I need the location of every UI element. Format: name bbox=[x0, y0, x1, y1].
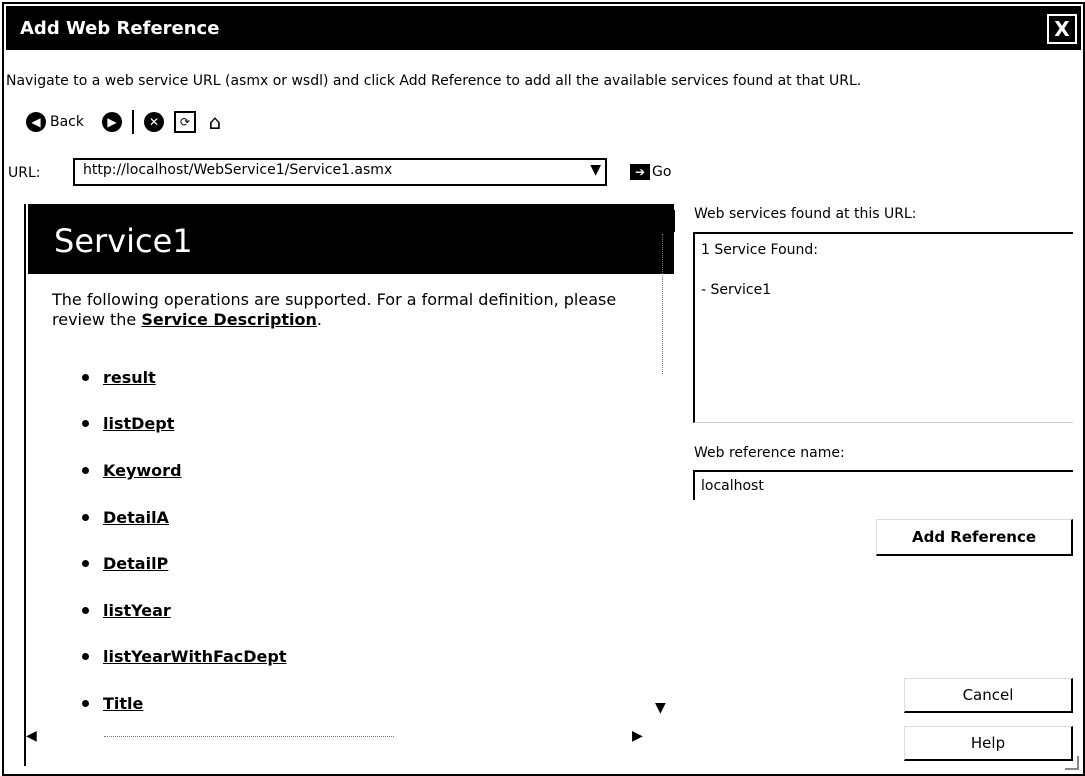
reference-name-input[interactable]: localhost bbox=[693, 470, 1073, 500]
list-item: Title bbox=[82, 680, 286, 727]
operation-link[interactable]: listDept bbox=[103, 414, 174, 433]
intro-paragraph: The following operations are supported. … bbox=[52, 290, 652, 330]
refresh-icon[interactable]: ⟳ bbox=[174, 111, 196, 133]
operations-list: result listDept Keyword DetailA DetailP … bbox=[82, 354, 286, 727]
stop-icon[interactable]: ✕ bbox=[144, 112, 164, 132]
url-combobox[interactable]: http://localhost/WebService1/Service1.as… bbox=[73, 158, 607, 186]
list-item: listDept bbox=[82, 401, 286, 448]
chevron-down-icon[interactable]: ▼ bbox=[655, 700, 666, 716]
operation-link[interactable]: listYear bbox=[103, 601, 171, 620]
url-label: URL: bbox=[8, 165, 41, 181]
back-icon: ◀ bbox=[26, 112, 46, 132]
go-button[interactable]: ➔ Go bbox=[630, 164, 671, 180]
title-bar: Add Web Reference X bbox=[6, 6, 1081, 50]
vertical-scrollbar[interactable]: ▲ ▼ bbox=[653, 204, 675, 732]
bullet-icon bbox=[82, 699, 89, 707]
resize-grip-icon[interactable] bbox=[1065, 756, 1079, 770]
operation-link[interactable]: Title bbox=[103, 694, 143, 713]
go-label: Go bbox=[652, 164, 672, 180]
bullet-icon bbox=[82, 513, 89, 521]
operation-link[interactable]: result bbox=[103, 368, 156, 387]
service-item[interactable]: - Service1 bbox=[701, 282, 771, 298]
add-reference-button[interactable]: Add Reference bbox=[876, 519, 1073, 556]
services-count: 1 Service Found: bbox=[701, 242, 819, 258]
horizontal-scrollbar[interactable]: ◀ ▶ bbox=[24, 728, 679, 748]
url-value[interactable]: http://localhost/WebService1/Service1.as… bbox=[83, 162, 392, 178]
service-title: Service1 bbox=[54, 222, 193, 260]
browser-pane: Service1 The following operations are su… bbox=[24, 204, 681, 766]
back-label: Back bbox=[50, 114, 84, 130]
bullet-icon bbox=[82, 466, 89, 474]
list-item: DetailP bbox=[82, 540, 286, 587]
toolbar-separator bbox=[132, 110, 134, 134]
cancel-button[interactable]: Cancel bbox=[904, 678, 1073, 713]
list-item: listYearWithFacDept bbox=[82, 634, 286, 681]
bullet-icon bbox=[82, 560, 89, 568]
scroll-track[interactable] bbox=[662, 234, 663, 374]
list-item: DetailA bbox=[82, 494, 286, 541]
bullet-icon bbox=[82, 373, 89, 381]
window-title: Add Web Reference bbox=[20, 18, 220, 39]
forward-icon[interactable]: ▶ bbox=[102, 112, 122, 132]
navigation-toolbar: ◀ Back ▶ ✕ ⟳ ⌂ bbox=[26, 108, 224, 136]
list-item: Keyword bbox=[82, 447, 286, 494]
instruction-text: Navigate to a web service URL (asmx or w… bbox=[6, 73, 862, 89]
bullet-icon bbox=[82, 653, 89, 661]
go-arrow-icon: ➔ bbox=[630, 164, 650, 180]
services-found-label: Web services found at this URL: bbox=[694, 206, 917, 222]
intro-text: The following operations are supported. … bbox=[52, 290, 617, 329]
services-found-list[interactable]: 1 Service Found: - Service1 bbox=[693, 232, 1073, 423]
list-item: result bbox=[82, 354, 286, 401]
bullet-icon bbox=[82, 420, 89, 428]
chevron-down-icon[interactable]: ▼ bbox=[590, 162, 601, 178]
service-description-link[interactable]: Service Description bbox=[141, 310, 317, 329]
back-button[interactable]: ◀ Back bbox=[26, 112, 84, 132]
bullet-icon bbox=[82, 606, 89, 614]
scroll-track[interactable] bbox=[104, 736, 394, 741]
service-header: Service1 bbox=[28, 204, 674, 274]
reference-name-label: Web reference name: bbox=[694, 445, 845, 461]
operation-link[interactable]: Keyword bbox=[103, 461, 182, 480]
reference-name-value[interactable]: localhost bbox=[701, 478, 764, 494]
list-item: listYear bbox=[82, 587, 286, 634]
chevron-left-icon[interactable]: ◀ bbox=[26, 728, 37, 744]
operation-link[interactable]: listYearWithFacDept bbox=[103, 647, 286, 666]
home-icon[interactable]: ⌂ bbox=[206, 110, 224, 134]
help-button[interactable]: Help bbox=[904, 726, 1073, 761]
operation-link[interactable]: DetailP bbox=[103, 554, 168, 573]
chevron-up-icon[interactable]: ▲ bbox=[653, 210, 675, 232]
operation-link[interactable]: DetailA bbox=[103, 508, 169, 527]
chevron-right-icon[interactable]: ▶ bbox=[632, 728, 643, 744]
intro-end: . bbox=[316, 310, 323, 329]
close-button[interactable]: X bbox=[1047, 14, 1077, 44]
